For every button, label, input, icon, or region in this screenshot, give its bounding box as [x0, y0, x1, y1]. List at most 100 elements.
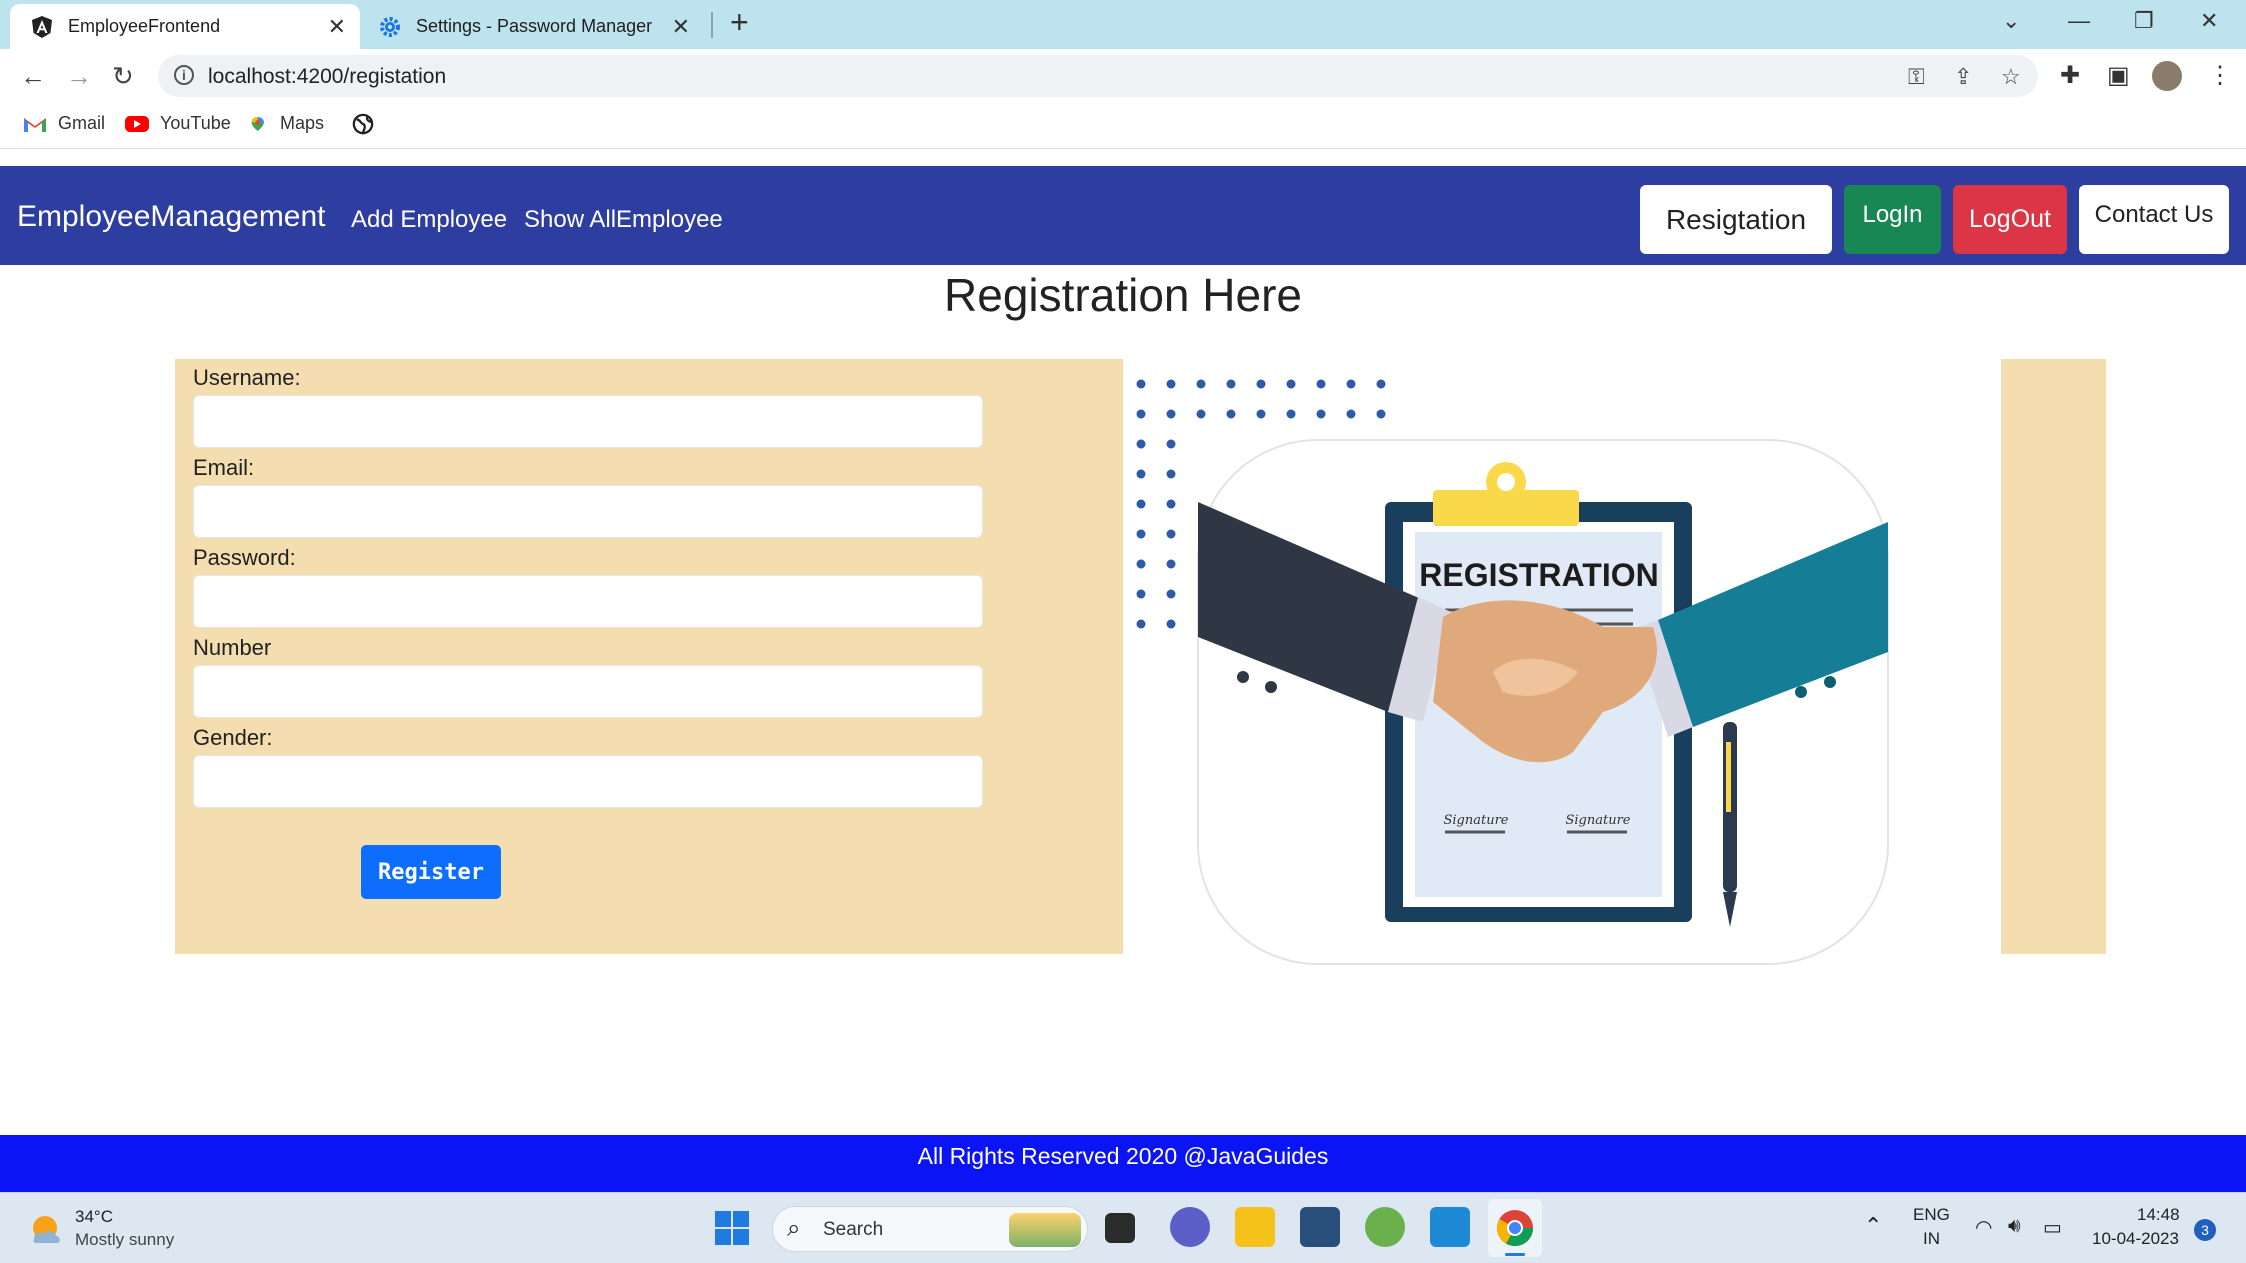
language-label[interactable]: ENG	[1913, 1205, 1950, 1225]
pattern-dot	[1136, 619, 1146, 629]
pattern-dot	[1196, 379, 1206, 389]
globe-icon	[352, 113, 374, 135]
pattern-dot	[1376, 409, 1386, 419]
username-input[interactable]	[193, 395, 983, 448]
login-button[interactable]: LogIn	[1844, 185, 1941, 254]
close-icon[interactable]: ✕	[672, 14, 690, 40]
battery-icon[interactable]: ▭	[2043, 1215, 2062, 1240]
minimize-icon[interactable]: —	[2068, 8, 2090, 34]
pattern-dot	[1166, 529, 1176, 539]
angular-icon	[32, 15, 52, 38]
browser-toolbar: ← → ↻ i localhost:4200/registation ⚿ ⇪ ☆…	[0, 49, 2246, 103]
info-icon[interactable]: i	[174, 65, 194, 85]
chevron-up-icon[interactable]: ⌃	[1864, 1213, 1882, 1239]
tab-employee-frontend[interactable]: EmployeeFrontend ✕	[10, 4, 360, 49]
pattern-dot	[1136, 439, 1146, 449]
extensions-icon[interactable]: ✚	[2060, 61, 2080, 90]
password-input[interactable]	[193, 575, 983, 628]
pattern-dot	[1136, 409, 1146, 419]
navbar-brand[interactable]: EmployeeManagement	[17, 200, 326, 234]
pattern-dot	[1256, 409, 1266, 419]
illustration-heading: REGISTRATION	[1419, 557, 1658, 593]
password-label: Password:	[193, 545, 296, 570]
task-view-icon[interactable]	[1105, 1213, 1135, 1243]
footer-text: All Rights Reserved 2020 @JavaGuides	[917, 1143, 1329, 1169]
restore-icon[interactable]: ❐	[2134, 8, 2154, 34]
windows-start-icon[interactable]	[714, 1210, 750, 1246]
search-icon: ⌕	[787, 1215, 801, 1242]
pattern-dot	[1226, 409, 1236, 419]
nav-show-all-employee[interactable]: Show AllEmployee	[524, 206, 723, 234]
close-window-icon[interactable]: ✕	[2200, 8, 2218, 34]
page-title: Registration Here	[944, 269, 1302, 321]
chrome-taskbar-button[interactable]	[1488, 1199, 1542, 1257]
footer: All Rights Reserved 2020 @JavaGuides	[0, 1135, 2246, 1192]
bookmarks-bar: Gmail YouTube Maps	[0, 103, 2246, 149]
contact-us-button[interactable]: Contact Us	[2079, 185, 2229, 254]
weather-desc[interactable]: Mostly sunny	[75, 1230, 174, 1250]
pattern-dot	[1136, 379, 1146, 389]
signature-label: Signature	[1565, 813, 1630, 828]
weather-sun-icon[interactable]	[28, 1211, 66, 1249]
pattern-dot	[1166, 469, 1176, 479]
chevron-down-icon[interactable]: ⌄	[2002, 8, 2020, 34]
chrome-icon	[1496, 1210, 1533, 1247]
region-label[interactable]: IN	[1923, 1229, 1940, 1249]
search-highlight-image	[1009, 1213, 1081, 1247]
gender-label: Gender:	[193, 725, 273, 750]
address-bar[interactable]: i localhost:4200/registation ⚿ ⇪ ☆	[158, 55, 2038, 97]
share-icon[interactable]: ⇪	[1954, 64, 1972, 90]
wifi-icon[interactable]: ◠	[1975, 1215, 1992, 1240]
registration-button[interactable]: Resigtation	[1640, 185, 1832, 254]
back-arrow-icon[interactable]: ←	[20, 61, 46, 92]
pen	[1723, 722, 1737, 927]
bookmark-globe[interactable]	[352, 113, 384, 135]
pattern-dot	[1286, 409, 1296, 419]
pattern-dot	[1166, 499, 1176, 509]
avatar[interactable]	[2152, 61, 2182, 91]
register-button[interactable]: Register	[361, 845, 501, 899]
menu-dots-icon[interactable]: ⋮	[2208, 61, 2232, 90]
nav-add-employee[interactable]: Add Employee	[351, 206, 507, 234]
logout-button[interactable]: LogOut	[1953, 185, 2067, 254]
pattern-dot	[1166, 409, 1176, 419]
snipping-tool-icon[interactable]	[1300, 1207, 1340, 1247]
teams-chat-icon[interactable]	[1170, 1207, 1210, 1247]
search-label: Search	[823, 1219, 884, 1240]
star-icon[interactable]: ☆	[2001, 64, 2021, 90]
gender-input[interactable]	[193, 755, 983, 808]
signature-label: Signature	[1443, 813, 1508, 828]
new-tab-button[interactable]: +	[730, 4, 749, 41]
side-panel-icon[interactable]: ▣	[2107, 61, 2130, 90]
weather-temp[interactable]: 34°C	[75, 1207, 113, 1227]
pattern-dot	[1346, 379, 1356, 389]
key-icon[interactable]: ⚿	[1908, 64, 1925, 90]
registration-form: Username: Email: Password: Number Gender…	[175, 359, 1123, 954]
url-text[interactable]: localhost:4200/registation	[208, 65, 446, 89]
taskbar-search[interactable]: ⌕ Search	[772, 1206, 1088, 1252]
number-input[interactable]	[193, 665, 983, 718]
forward-arrow-icon[interactable]: →	[66, 61, 92, 92]
pattern-dot	[1166, 439, 1176, 449]
close-icon[interactable]: ✕	[328, 14, 346, 40]
bookmark-gmail[interactable]: Gmail	[22, 113, 105, 134]
pattern-dot	[1166, 559, 1176, 569]
notification-badge[interactable]: 3	[2194, 1219, 2216, 1241]
bookmark-youtube[interactable]: YouTube	[124, 113, 231, 134]
reload-icon[interactable]: ↻	[112, 61, 134, 92]
vscode-icon[interactable]	[1430, 1207, 1470, 1247]
file-explorer-icon[interactable]	[1235, 1207, 1275, 1247]
clock-time[interactable]: 14:48	[2137, 1205, 2180, 1225]
spring-tool-icon[interactable]	[1365, 1207, 1405, 1247]
pattern-dot	[1166, 589, 1176, 599]
tab-divider	[711, 12, 713, 38]
volume-icon[interactable]: 🔊︎	[2008, 1215, 2021, 1238]
clock-date[interactable]: 10-04-2023	[2092, 1229, 2179, 1249]
taskbar: 34°C Mostly sunny ⌕ Search ⌃ ENG IN ◠ 🔊︎…	[0, 1192, 2246, 1263]
email-input[interactable]	[193, 485, 983, 538]
pattern-dot	[1166, 379, 1176, 389]
gear-icon	[380, 16, 400, 37]
pattern-dot	[1136, 559, 1146, 569]
tab-password-manager[interactable]: Settings - Password Manager ✕	[372, 4, 704, 49]
bookmark-maps[interactable]: Maps	[250, 113, 324, 134]
